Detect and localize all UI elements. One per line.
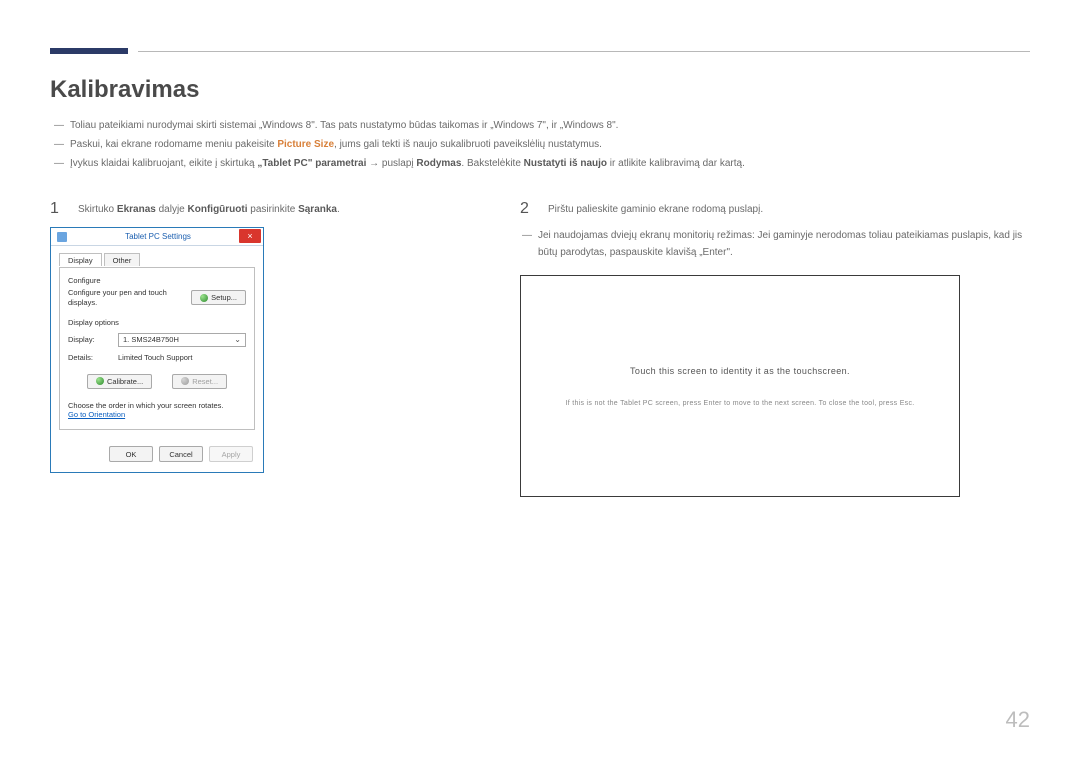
step-2-note: Jei naudojamas dviejų ekranų monitorių r… <box>522 227 1030 261</box>
intro-text: puslapį <box>382 158 416 169</box>
go-to-orientation-link[interactable]: Go to Orientation <box>68 410 246 419</box>
dialog-footer: OK Cancel Apply <box>51 438 263 472</box>
calibrate-button[interactable]: Calibrate... <box>87 374 152 389</box>
tablet-pc-term: „Tablet PC" parametrai <box>257 158 366 169</box>
step-number: 2 <box>520 201 532 217</box>
step-number: 1 <box>50 201 62 217</box>
intro-item: Paskui, kai ekrane rodomame meniu pakeis… <box>54 135 1030 154</box>
setup-button-label: Setup... <box>211 293 237 302</box>
dialog-body: Display Other Configure Configure your p… <box>51 246 263 438</box>
touchscreen-prompt-box: Touch this screen to identity it as the … <box>520 275 960 497</box>
tab-other[interactable]: Other <box>104 253 141 266</box>
setup-button[interactable]: Setup... <box>191 290 246 305</box>
setup-icon <box>200 294 208 302</box>
arrow-icon: → <box>366 158 382 169</box>
rodymas-term: Rodymas <box>416 158 461 169</box>
dialog-app-icon <box>57 232 67 242</box>
tablet-pc-settings-dialog: Tablet PC Settings × Display Other Confi… <box>50 227 264 473</box>
configure-text: Configure your pen and touch displays. <box>68 288 168 308</box>
display-label: Display: <box>68 335 108 344</box>
calibrate-icon <box>96 377 104 385</box>
configure-row: Configure your pen and touch displays. S… <box>68 288 246 308</box>
display-value: 1. SMS24B750H <box>123 335 179 344</box>
step-text: Pirštu palieskite gaminio ekrane rodomą … <box>548 201 763 217</box>
calibrate-reset-row: Calibrate... Reset... <box>68 374 246 389</box>
close-button[interactable]: × <box>239 229 261 243</box>
intro-text: Paskui, kai ekrane rodomame meniu pakeis… <box>70 139 277 150</box>
touchscreen-prompt-main: Touch this screen to identity it as the … <box>630 366 850 376</box>
intro-item: Toliau pateikiami nurodymai skirti siste… <box>54 116 1030 135</box>
reset-term: Nustatyti iš naujo <box>524 158 607 169</box>
dialog-title: Tablet PC Settings <box>67 232 263 241</box>
close-icon: × <box>247 231 252 241</box>
touchscreen-prompt-sub: If this is not the Tablet PC screen, pre… <box>565 400 914 407</box>
intro-text: . Bakstelėkite <box>461 158 523 169</box>
step-1: 1 Skirtuko Ekranas dalyje Konfigūruoti p… <box>50 201 480 217</box>
intro-list: Toliau pateikiami nurodymai skirti siste… <box>50 116 1030 173</box>
tab-display[interactable]: Display <box>59 253 102 266</box>
intro-text: Toliau pateikiami nurodymai skirti siste… <box>70 120 618 131</box>
display-select[interactable]: 1. SMS24B750H ⌄ <box>118 333 246 347</box>
intro-text: , jums gali tekti iš naujo sukalibruoti … <box>334 139 602 150</box>
intro-text: Įvykus klaidai kalibruojant, eikite į sk… <box>70 158 257 169</box>
dialog-panel: Configure Configure your pen and touch d… <box>59 267 255 430</box>
header-accent <box>50 48 128 54</box>
dialog-titlebar: Tablet PC Settings × <box>51 228 263 246</box>
details-row: Details: Limited Touch Support <box>68 353 246 362</box>
reset-button-label: Reset... <box>192 377 218 386</box>
page-number: 42 <box>1006 707 1030 733</box>
details-value: Limited Touch Support <box>118 353 193 362</box>
reset-button[interactable]: Reset... <box>172 374 227 389</box>
cancel-button[interactable]: Cancel <box>159 446 203 462</box>
rotation-order-text: Choose the order in which your screen ro… <box>68 401 246 411</box>
ok-button[interactable]: OK <box>109 446 153 462</box>
step-text: Skirtuko Ekranas dalyje Konfigūruoti pas… <box>78 201 340 217</box>
dialog-tabs: Display Other <box>59 252 255 265</box>
chevron-down-icon: ⌄ <box>234 335 241 344</box>
details-label: Details: <box>68 353 108 362</box>
intro-item: Įvykus klaidai kalibruojant, eikite į sk… <box>54 154 1030 173</box>
picture-size-term: Picture Size <box>277 139 334 150</box>
header-divider <box>138 51 1030 52</box>
calibrate-button-label: Calibrate... <box>107 377 143 386</box>
left-column: 1 Skirtuko Ekranas dalyje Konfigūruoti p… <box>50 201 480 497</box>
display-row: Display: 1. SMS24B750H ⌄ <box>68 333 246 347</box>
apply-button[interactable]: Apply <box>209 446 253 462</box>
page-title: Kalibravimas <box>50 76 1030 104</box>
display-options-label: Display options <box>68 318 246 327</box>
step-2: 2 Pirštu palieskite gaminio ekrane rodom… <box>520 201 1030 217</box>
header-rule <box>50 48 1030 54</box>
right-column: 2 Pirštu palieskite gaminio ekrane rodom… <box>520 201 1030 497</box>
content-columns: 1 Skirtuko Ekranas dalyje Konfigūruoti p… <box>50 201 1030 497</box>
reset-icon <box>181 377 189 385</box>
intro-text: ir atlikite kalibravimą dar kartą. <box>607 158 745 169</box>
configure-label: Configure <box>68 276 246 285</box>
